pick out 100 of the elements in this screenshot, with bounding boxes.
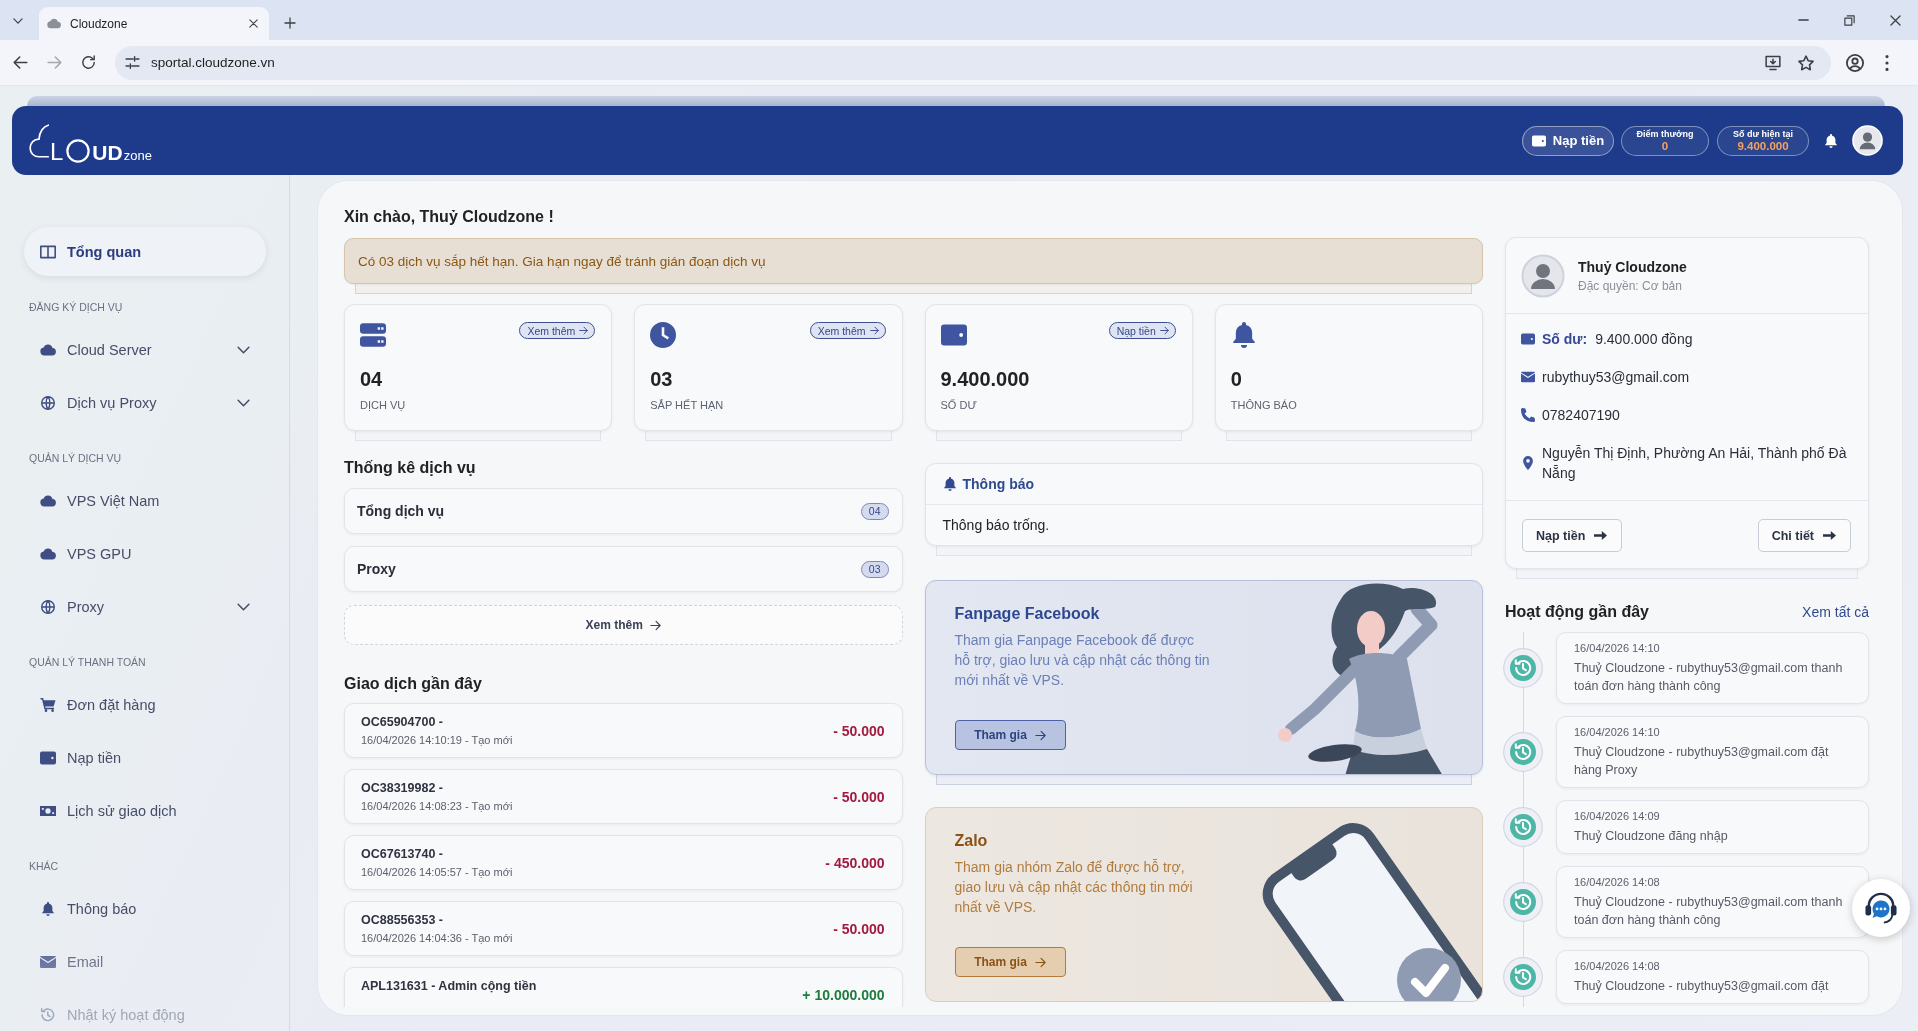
activity-text: Thuỷ Cloudzone - rubythuy53@gmail.com đặt xyxy=(1574,978,1829,995)
bell-icon xyxy=(40,901,56,916)
transaction-amount: + 10.000.000 xyxy=(802,987,885,1003)
transaction-code: OC67613740 - xyxy=(361,846,443,862)
phone-icon xyxy=(1521,408,1535,422)
sidebar-item[interactable]: VPS Việt Nam xyxy=(24,476,266,525)
clock-icon xyxy=(650,322,677,348)
service-name: Proxy xyxy=(357,561,396,577)
stat-value: 9.400.000 xyxy=(940,367,1030,392)
sidebar-item[interactable]: Thông báo xyxy=(24,884,266,933)
arrow-right-icon xyxy=(1823,529,1836,542)
envelope-icon xyxy=(40,954,56,969)
notifications-title: Thông báo xyxy=(962,476,1035,492)
arrow-left-icon xyxy=(12,55,28,70)
email-text: rubythuy53@gmail.com xyxy=(1542,368,1690,387)
card-link-button[interactable]: Xem thêm xyxy=(519,322,596,339)
activity-time: 16/04/2026 14:10 xyxy=(1574,641,1660,655)
globe-icon xyxy=(40,395,56,410)
activity-text: Thuỷ Cloudzone - rubythuy53@gmail.com thanh toán đơn hàng thành công xyxy=(1574,894,1844,929)
sidebar-section-heading: QUẢN LÝ DỊCH VỤ xyxy=(29,451,122,466)
join-button[interactable]: Tham gia xyxy=(954,720,1066,750)
arrow-right-icon xyxy=(649,619,661,631)
chevron-down-icon xyxy=(237,398,250,407)
transaction-meta: 16/04/2026 14:10:19 - Tạo mới xyxy=(361,733,513,748)
sidebar-item[interactable]: Nạp tiền xyxy=(24,733,266,782)
transaction-code: OC88556353 - xyxy=(361,912,443,928)
history-icon xyxy=(1503,732,1543,772)
globe-icon xyxy=(40,599,56,614)
close-icon xyxy=(1889,14,1901,26)
balance-label: Số dư hiện tại xyxy=(1733,128,1793,140)
cart-icon xyxy=(40,697,56,712)
sidebar-item[interactable]: VPS GPU xyxy=(24,529,266,578)
transaction-code: APL131631 - Admin cộng tiền xyxy=(361,978,537,994)
top-up-button[interactable]: Nạp tiền xyxy=(1522,125,1614,156)
arrow-right-icon xyxy=(1034,729,1046,741)
more-menu-icon[interactable] xyxy=(1885,54,1889,71)
balance-value: 9.400.000 xyxy=(1737,139,1789,153)
cloud-icon xyxy=(40,342,56,357)
arrow-right-icon xyxy=(869,326,879,335)
transaction-code: OC38319982 - xyxy=(361,780,443,796)
sidebar-item[interactable]: Dịch vụ Proxy xyxy=(24,378,266,427)
logo-letter: L xyxy=(50,139,64,164)
sidebar-section-heading: ĐĂNG KÝ DỊCH VỤ xyxy=(29,300,123,315)
location-pin-icon xyxy=(1521,456,1535,470)
arrow-right-icon xyxy=(1159,326,1169,335)
view-more-button[interactable]: Xem thêm xyxy=(344,605,903,645)
url-text: sportal.cloudzone.vn xyxy=(151,55,275,70)
bell-icon xyxy=(1230,322,1257,348)
wallet-icon xyxy=(940,322,967,348)
promo-text: Tham gia nhóm Zalo để được hỗ trợ, giao lưu và cập nhật các thông tin mới nhất về VPS. xyxy=(954,858,1194,917)
profile-action-button[interactable]: Nạp tiền xyxy=(1522,519,1623,552)
transaction-code: OC65904700 - xyxy=(361,714,443,730)
activity-time: 16/04/2026 14:10 xyxy=(1574,725,1660,739)
server-icon xyxy=(360,322,386,348)
transaction-meta: 16/04/2026 14:05:57 - Tạo mới xyxy=(361,865,513,880)
stat-label: SỐ DƯ xyxy=(940,398,977,412)
reward-points-label: Điểm thưởng xyxy=(1636,128,1694,140)
card-link-button[interactable]: Nạp tiền xyxy=(1108,322,1176,339)
bell-icon xyxy=(942,477,957,491)
history-icon xyxy=(1503,807,1543,847)
arrow-right-icon xyxy=(1034,956,1046,968)
card-link-button[interactable]: Xem thêm xyxy=(809,322,886,339)
cloud-icon xyxy=(40,493,56,508)
sidebar-item[interactable]: Tổng quan xyxy=(24,227,266,276)
activity-time: 16/04/2026 14:09 xyxy=(1574,809,1660,823)
notification-bell-icon[interactable] xyxy=(1825,133,1837,148)
activity-text: Thuỷ Cloudzone - rubythuy53@gmail.com đặt hàng Proxy xyxy=(1574,744,1830,779)
bookmark-star-icon[interactable] xyxy=(1798,54,1814,71)
join-button[interactable]: Tham gia xyxy=(954,947,1066,977)
history-icon xyxy=(40,1007,56,1022)
logo-text: UD xyxy=(92,141,123,164)
transaction-amount: - 50.000 xyxy=(833,723,885,739)
sidebar-item[interactable]: Cloud Server xyxy=(24,325,266,374)
profile-action-button[interactable]: Chi tiết xyxy=(1757,519,1851,552)
promo-text: Tham gia Fanpage Facebook để được hỗ trợ, giao lưu và cập nhật các thông tin mới nhất về VPS. xyxy=(954,631,1211,690)
balance-value: 9.400.000 đồng xyxy=(1595,330,1693,349)
plus-icon xyxy=(284,17,296,29)
site-settings-icon[interactable] xyxy=(125,55,140,70)
browser-tab[interactable]: Cloudzone xyxy=(39,7,269,40)
install-app-icon[interactable] xyxy=(1765,54,1781,71)
view-all-link[interactable]: Xem tất cả xyxy=(1802,602,1869,622)
wallet-icon xyxy=(1521,332,1535,346)
sidebar-item[interactable]: Đơn đặt hàng xyxy=(24,680,266,729)
sidebar-item[interactable]: Proxy xyxy=(24,582,266,631)
transaction-amount: - 450.000 xyxy=(825,855,885,871)
profile-icon[interactable] xyxy=(1846,53,1864,72)
address-bar[interactable]: sportal.cloudzone.vn xyxy=(115,45,1831,80)
cloud-icon xyxy=(40,546,56,561)
sidebar-section-heading: KHÁC xyxy=(29,859,59,874)
sidebar-item[interactable]: Email xyxy=(24,937,266,986)
activity-text: Thuỷ Cloudzone - rubythuy53@gmail.com thanh toán đơn hàng thành công xyxy=(1574,660,1844,695)
stat-label: THÔNG BÁO xyxy=(1230,398,1297,412)
empty-notifications-text: Thông báo trống. xyxy=(942,517,1050,533)
sidebar-item[interactable]: Lịch sử giao dịch xyxy=(24,786,266,835)
user-role: Đặc quyền: Cơ bản xyxy=(1578,277,1682,294)
activity-time: 16/04/2026 14:08 xyxy=(1574,959,1660,973)
banknote-icon xyxy=(40,803,56,818)
user-avatar-icon[interactable] xyxy=(1852,125,1883,156)
transaction-amount: - 50.000 xyxy=(833,921,885,937)
stat-value: 04 xyxy=(360,367,383,392)
